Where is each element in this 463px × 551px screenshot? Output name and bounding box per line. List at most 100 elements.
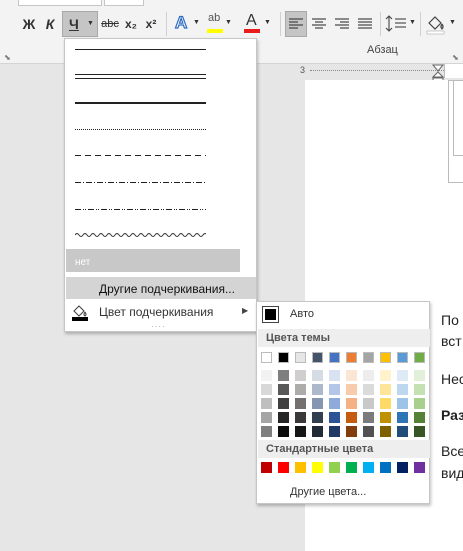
font-size-field-edge[interactable] [104, 0, 144, 6]
theme-color-swatch[interactable] [329, 352, 340, 363]
theme-shade-swatch[interactable] [312, 412, 323, 423]
theme-color-swatch[interactable] [346, 352, 357, 363]
theme-shade-swatch[interactable] [261, 426, 272, 437]
theme-color-swatch[interactable] [363, 352, 374, 363]
theme-shade-swatch[interactable] [380, 412, 391, 423]
theme-shade-swatch[interactable] [329, 412, 340, 423]
theme-shade-swatch[interactable] [414, 426, 425, 437]
underline-color-item[interactable]: Цвет подчеркивания ▶ [66, 301, 256, 323]
theme-shade-swatch[interactable] [414, 412, 425, 423]
theme-shade-swatch[interactable] [346, 426, 357, 437]
theme-color-swatch[interactable] [380, 352, 391, 363]
theme-shade-swatch[interactable] [346, 384, 357, 395]
theme-shade-swatch[interactable] [346, 412, 357, 423]
underline-button[interactable]: Ч ▼ [62, 11, 98, 37]
theme-shade-swatch[interactable] [363, 412, 374, 423]
standard-color-swatch[interactable] [312, 462, 323, 473]
theme-shade-swatch[interactable] [346, 398, 357, 409]
theme-shade-swatch[interactable] [363, 426, 374, 437]
theme-shade-swatch[interactable] [329, 426, 340, 437]
line-spacing-button[interactable]: ▼ [384, 11, 418, 37]
standard-color-swatch[interactable] [278, 462, 289, 473]
chevron-down-icon[interactable]: ▼ [193, 19, 200, 26]
align-right-button[interactable] [331, 11, 353, 37]
theme-shade-swatch[interactable] [414, 370, 425, 381]
horizontal-ruler[interactable]: 3 [298, 64, 463, 85]
theme-color-swatch[interactable] [261, 352, 272, 363]
theme-color-swatch[interactable] [397, 352, 408, 363]
standard-color-swatch[interactable] [329, 462, 340, 473]
bold-button[interactable]: Ж [20, 11, 38, 37]
standard-color-swatch[interactable] [414, 462, 425, 473]
theme-shade-swatch[interactable] [363, 370, 374, 381]
underline-thick[interactable] [75, 92, 206, 114]
chevron-down-icon[interactable]: ▼ [449, 19, 456, 26]
theme-shade-swatch[interactable] [278, 370, 289, 381]
italic-button[interactable]: К [42, 11, 58, 37]
theme-shade-swatch[interactable] [295, 398, 306, 409]
theme-shade-swatch[interactable] [380, 384, 391, 395]
theme-shade-swatch[interactable] [414, 384, 425, 395]
underline-single[interactable] [75, 39, 206, 61]
theme-color-swatch[interactable] [278, 352, 289, 363]
highlight-button[interactable]: ab ▼ [205, 11, 233, 37]
standard-color-swatch[interactable] [397, 462, 408, 473]
theme-color-swatch[interactable] [414, 352, 425, 363]
chevron-down-icon[interactable]: ▼ [225, 19, 232, 26]
other-underlines-item[interactable]: Другие подчеркивания... [66, 277, 256, 299]
subscript-button[interactable]: x₂ [123, 11, 139, 37]
theme-shade-swatch[interactable] [329, 384, 340, 395]
underline-dash-dot[interactable] [75, 172, 206, 194]
chevron-down-icon[interactable]: ▼ [87, 20, 94, 27]
theme-shade-swatch[interactable] [397, 426, 408, 437]
theme-shade-swatch[interactable] [414, 398, 425, 409]
standard-color-swatch[interactable] [380, 462, 391, 473]
theme-shade-swatch[interactable] [363, 384, 374, 395]
theme-shade-swatch[interactable] [397, 412, 408, 423]
theme-shade-swatch[interactable] [261, 398, 272, 409]
theme-shade-swatch[interactable] [278, 426, 289, 437]
font-dialog-launcher-icon[interactable]: ⬊ [4, 53, 11, 62]
theme-shade-swatch[interactable] [295, 384, 306, 395]
chevron-down-icon[interactable]: ▼ [409, 19, 416, 26]
justify-button[interactable] [354, 11, 376, 37]
underline-dash-dot-dot[interactable] [75, 199, 206, 221]
theme-shade-swatch[interactable] [261, 384, 272, 395]
chevron-down-icon[interactable]: ▼ [264, 19, 271, 26]
theme-shade-swatch[interactable] [380, 426, 391, 437]
standard-color-swatch[interactable] [295, 462, 306, 473]
theme-shade-swatch[interactable] [329, 398, 340, 409]
theme-color-swatch[interactable] [295, 352, 306, 363]
theme-shade-swatch[interactable] [261, 370, 272, 381]
underline-none-option[interactable]: нет [66, 249, 240, 272]
underline-dashed[interactable] [75, 145, 206, 167]
paragraph-dialog-launcher-icon[interactable]: ⬊ [452, 53, 459, 62]
theme-shade-swatch[interactable] [278, 398, 289, 409]
resize-grip-icon[interactable]: ···· [151, 322, 166, 331]
standard-color-swatch[interactable] [261, 462, 272, 473]
auto-color-option[interactable]: Авто [259, 304, 429, 324]
theme-shade-swatch[interactable] [295, 370, 306, 381]
theme-shade-swatch[interactable] [363, 398, 374, 409]
theme-shade-swatch[interactable] [312, 384, 323, 395]
superscript-button[interactable]: x² [143, 11, 159, 37]
theme-shade-swatch[interactable] [278, 412, 289, 423]
underline-dotted[interactable] [75, 119, 206, 141]
underline-double[interactable] [75, 65, 206, 87]
font-name-field-edge[interactable] [18, 0, 102, 6]
standard-color-swatch[interactable] [363, 462, 374, 473]
theme-shade-swatch[interactable] [397, 370, 408, 381]
theme-shade-swatch[interactable] [380, 398, 391, 409]
standard-color-swatch[interactable] [346, 462, 357, 473]
theme-shade-swatch[interactable] [278, 384, 289, 395]
theme-shade-swatch[interactable] [312, 426, 323, 437]
underline-wave[interactable] [74, 225, 208, 247]
theme-color-swatch[interactable] [312, 352, 323, 363]
more-colors-item[interactable]: Другие цвета... [258, 482, 430, 502]
theme-shade-swatch[interactable] [295, 412, 306, 423]
theme-shade-swatch[interactable] [397, 398, 408, 409]
align-center-button[interactable] [308, 11, 330, 37]
theme-shade-swatch[interactable] [261, 412, 272, 423]
text-effects-button[interactable]: A ▼ [172, 11, 202, 37]
strikethrough-button[interactable]: abc [99, 11, 121, 37]
